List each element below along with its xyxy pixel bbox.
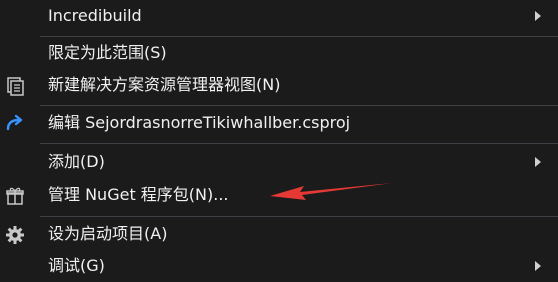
menu-item-label: 编辑 SejordrasnorreTikiwhallber.csproj [48, 113, 351, 132]
menu-item-label: 设为启动项目(A) [48, 224, 168, 243]
menu-item-label: 限定为此范围(S) [48, 43, 167, 62]
submenu-arrow-icon [535, 157, 541, 167]
refresh-arrow-icon [6, 114, 23, 131]
gear-icon [6, 226, 24, 244]
menu-item-label: 管理 NuGet 程序包(N)... [48, 185, 229, 204]
menu-item-label: 添加(D) [48, 152, 105, 171]
menu-item-new-solution-explorer-view[interactable]: 新建解决方案资源管理器视图(N) [0, 69, 558, 101]
solution-explorer-view-icon [7, 77, 24, 96]
menu-separator [40, 216, 558, 217]
submenu-arrow-icon [535, 261, 541, 271]
context-menu: Incredibuild 限定为此范围(S) 新建解决方案资源管理器视图(N) … [0, 0, 558, 280]
menu-item-edit-project-file[interactable]: 编辑 SejordrasnorreTikiwhallber.csproj [0, 107, 558, 139]
menu-separator [40, 143, 558, 144]
menu-item-incredibuild[interactable]: Incredibuild [0, 0, 558, 32]
menu-item-set-as-startup-project[interactable]: 设为启动项目(A) [0, 218, 558, 250]
menu-item-label: Incredibuild [48, 6, 142, 25]
gift-package-icon [6, 187, 24, 205]
menu-item-debug[interactable]: 调试(G) [0, 250, 558, 282]
submenu-arrow-icon [535, 11, 541, 21]
menu-item-scope-to-this[interactable]: 限定为此范围(S) [0, 37, 558, 69]
menu-item-label: 调试(G) [48, 256, 105, 275]
menu-item-add[interactable]: 添加(D) [0, 146, 558, 178]
menu-separator [40, 105, 558, 106]
menu-item-label: 新建解决方案资源管理器视图(N) [48, 75, 281, 94]
menu-item-manage-nuget-packages[interactable]: 管理 NuGet 程序包(N)... [0, 179, 558, 211]
